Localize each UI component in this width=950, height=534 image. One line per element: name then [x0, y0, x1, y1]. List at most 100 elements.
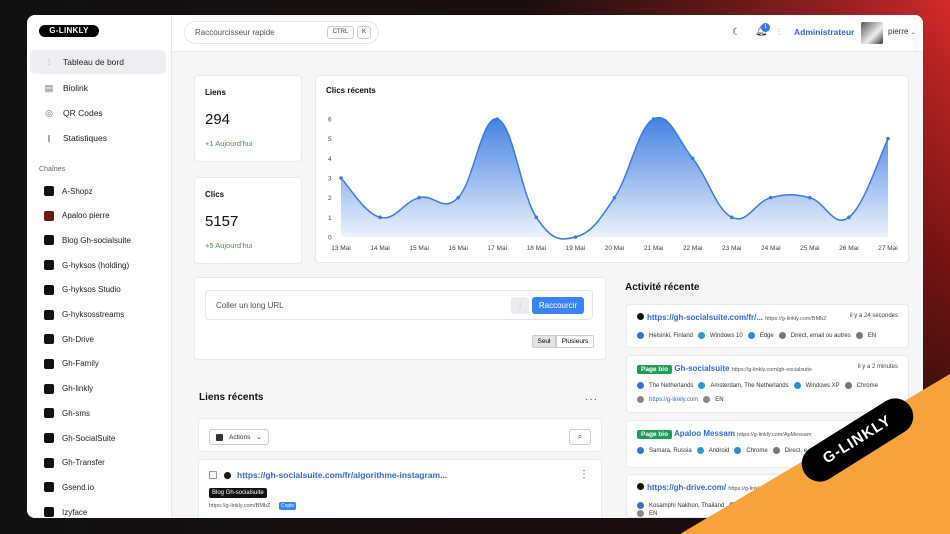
data-point[interactable]: [847, 215, 851, 220]
channel-color-swatch: [44, 358, 54, 369]
clicks-stat-card: Clics 5157 +5 Aujourd'hui: [194, 177, 302, 264]
channel-label: Izyface: [62, 507, 88, 517]
clicks-stat-value: 5157: [205, 213, 239, 230]
recent-links-toolbar: Actions ⌄ ⌕: [198, 418, 602, 452]
channel-label: G-hyksosstreams: [62, 310, 125, 319]
data-point[interactable]: [690, 156, 695, 161]
kebab-menu-icon[interactable]: ⋮: [579, 469, 589, 480]
admin-link[interactable]: Administrateur: [794, 27, 854, 37]
user-menu[interactable]: pierre ⌄: [888, 27, 916, 36]
x-tick-label: 25 Mai: [800, 245, 820, 252]
data-point[interactable]: [534, 215, 539, 220]
activity-details-2: EN: [637, 510, 657, 517]
channel-item[interactable]: Gh-SocialSuite: [44, 431, 115, 445]
data-point[interactable]: [339, 176, 343, 180]
browser-icon: [747, 332, 755, 339]
activity-short-url: https://g-linkly.com/gh-socialsuite: [731, 367, 812, 373]
channel-label: Gh-Family: [62, 359, 99, 369]
activity-link-text: Gh-socialsuite: [674, 364, 730, 373]
favicon-icon: [637, 313, 644, 320]
y-tick-label: 1: [328, 215, 332, 222]
data-point[interactable]: [417, 195, 421, 200]
row-checkbox[interactable]: [209, 471, 217, 479]
channel-tag[interactable]: Blog Gh-socialsuite: [209, 488, 267, 498]
dark-mode-icon[interactable]: ☾: [732, 27, 741, 38]
recent-link-row[interactable]: https://gh-socialsuite.com/fr/algorithme…: [198, 459, 602, 518]
user-icon: [637, 510, 644, 517]
channel-item[interactable]: Apaloo pierre: [44, 209, 110, 223]
activity-item[interactable]: https://gh-socialsuite.com/fr/... https:…: [626, 304, 909, 348]
avatar[interactable]: [861, 22, 883, 44]
more-icon[interactable]: ···: [585, 394, 598, 405]
brand-logo[interactable]: G-LINKLY: [39, 25, 99, 37]
nav-dashboard[interactable]: ⫶ Tableau de bord: [30, 50, 166, 74]
x-tick-label: 15 Mai: [409, 245, 429, 252]
shorten-button[interactable]: Raccourcir: [532, 297, 584, 314]
admin-sliders-icon[interactable]: ⫶: [778, 27, 780, 38]
activity-detail: EN: [867, 332, 877, 339]
activity-time: il y a 24 secondes: [849, 313, 898, 319]
nav-qr-codes[interactable]: ◎ QR Codes: [30, 101, 166, 125]
channel-label: Gh-Transfer: [62, 458, 105, 468]
activity-link-text: https://gh-socialsuite.com/fr/...: [647, 313, 764, 322]
activity-short-url: https://g-linkly.com/BMbZ: [765, 316, 827, 322]
short-url[interactable]: https://g-linkly.com/BMbZ: [209, 503, 270, 509]
data-point[interactable]: [456, 195, 461, 200]
seg-single[interactable]: Seul: [532, 335, 556, 348]
flag-icon: [637, 332, 644, 339]
data-point[interactable]: [612, 195, 617, 200]
activity-time: il y a 2 minutes: [857, 364, 898, 370]
user-icon: [855, 332, 863, 339]
search-icon[interactable]: ⌕: [569, 429, 591, 445]
channel-item[interactable]: Izyface: [44, 505, 87, 518]
channel-item[interactable]: Blog Gh-socialsuite: [44, 233, 131, 247]
activity-title: Activité récente: [625, 282, 700, 293]
channel-item[interactable]: G-hyksosstreams: [44, 308, 124, 322]
data-point[interactable]: [495, 117, 500, 121]
links-stat-card: Liens 294 +1 Aujourd'hui: [194, 75, 302, 162]
data-point[interactable]: [768, 195, 773, 200]
recent-link-url[interactable]: https://gh-socialsuite.com/fr/algorithme…: [237, 470, 447, 480]
data-point[interactable]: [651, 117, 656, 121]
user-name: pierre: [888, 27, 909, 36]
channel-item[interactable]: Gh-Transfer: [44, 456, 105, 470]
data-point[interactable]: [378, 215, 382, 220]
checkbox-icon: [216, 433, 223, 441]
actions-dropdown[interactable]: Actions ⌄: [209, 429, 269, 445]
channel-item[interactable]: A-Shopz: [44, 184, 93, 198]
channel-item[interactable]: Gh-Family: [44, 357, 99, 371]
activity-link[interactable]: https://gh-socialsuite.com/fr/... https:…: [637, 313, 827, 322]
x-tick-label: 23 Mai: [722, 245, 742, 252]
y-tick-label: 0: [328, 235, 332, 242]
activity-link[interactable]: Page bio Gh-socialsuite https://g-linkly…: [637, 364, 812, 374]
copy-button[interactable]: Copie: [279, 502, 297, 510]
data-point[interactable]: [886, 136, 890, 141]
channel-item[interactable]: Gsend.io: [44, 480, 94, 494]
long-url-input[interactable]: Coller un long URL ⫶ Raccourcir: [205, 290, 593, 320]
channel-label: Apaloo pierre: [62, 211, 110, 221]
data-point[interactable]: [729, 215, 734, 220]
quick-shortener-search[interactable]: Raccourcisseur rapide CTRL K: [184, 21, 379, 44]
channel-color-swatch: [44, 457, 54, 468]
clicks-stat-title: Clics: [205, 190, 225, 199]
activity-detail: Helsinki, Finland: [649, 332, 694, 339]
data-point[interactable]: [808, 195, 812, 200]
nav-statistics[interactable]: ⫾ Statistiques: [30, 126, 166, 150]
seg-multiple[interactable]: Plusieurs: [556, 335, 594, 348]
channel-item[interactable]: Gh-sms: [44, 406, 90, 420]
url-placeholder: Coller un long URL: [216, 301, 284, 310]
top-bar: Raccourcisseur rapide CTRL K ☾ 🔔︎ 1 ⫶ Ad…: [172, 15, 923, 52]
options-icon[interactable]: ⫶: [511, 297, 529, 314]
channel-color-swatch: [44, 334, 54, 345]
bio-page-badge: Page bio: [637, 430, 673, 439]
channel-item[interactable]: G-hyksos (holding): [44, 258, 129, 272]
channel-item[interactable]: Gh-Drive: [44, 332, 94, 346]
data-point[interactable]: [573, 235, 578, 239]
channel-item[interactable]: Gh-linkly: [44, 382, 93, 396]
clicks-stat-delta: +5 Aujourd'hui: [205, 241, 253, 250]
nav-biolink[interactable]: ▤ Biolink: [30, 76, 166, 100]
globe-icon: [778, 332, 786, 339]
clicks-area: [341, 117, 888, 239]
channel-item[interactable]: G-hyksos Studio: [44, 283, 121, 297]
chevron-down-icon: ⌄: [256, 434, 262, 441]
